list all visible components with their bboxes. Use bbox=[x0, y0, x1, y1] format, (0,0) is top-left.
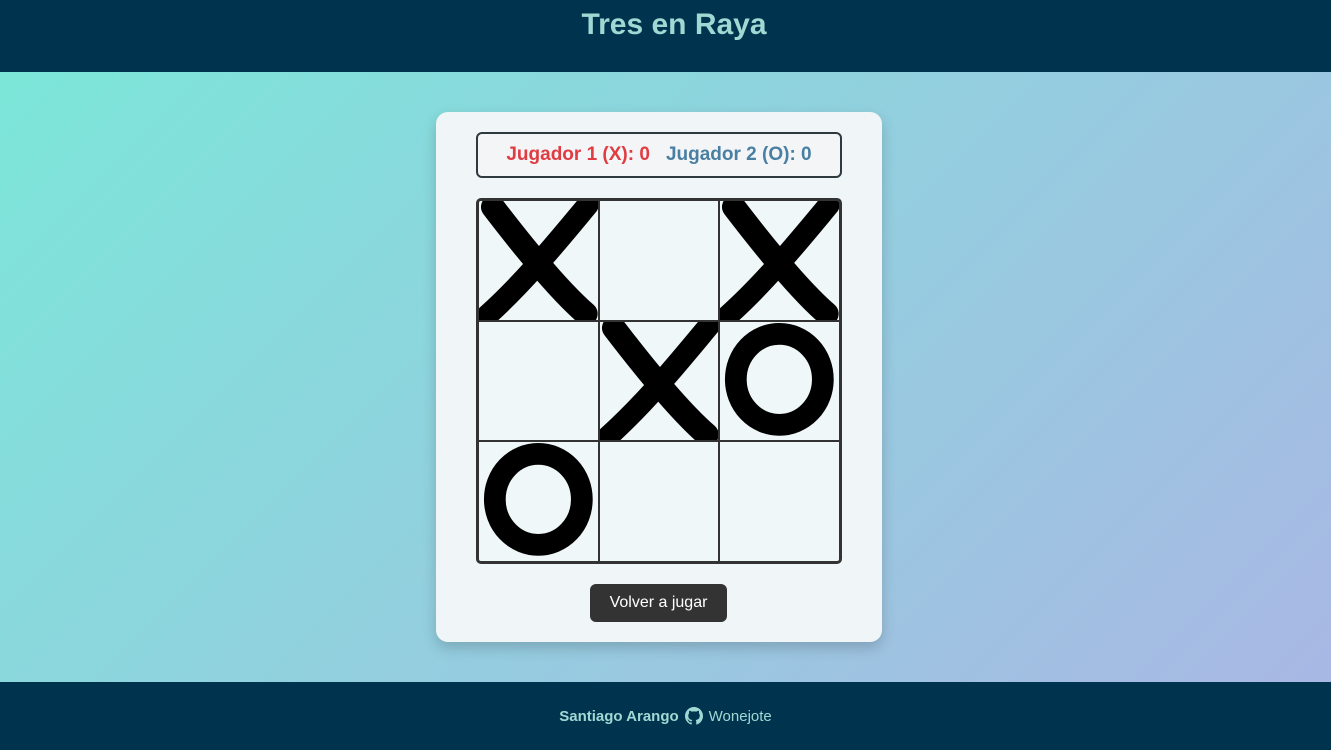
x-mark bbox=[599, 321, 719, 441]
header-bar: Tres en Raya bbox=[0, 0, 1331, 72]
board-cell-5[interactable] bbox=[599, 321, 719, 441]
player2-score: Jugador 2 (O): 0 bbox=[665, 144, 812, 165]
board-cell-8[interactable] bbox=[599, 442, 719, 561]
x-mark bbox=[479, 201, 598, 320]
author-name: Santiago Arango bbox=[559, 707, 679, 725]
player1-score: Jugador 1 (X): 0 bbox=[506, 144, 650, 165]
o-mark bbox=[725, 322, 835, 436]
replay-button[interactable]: Volver a jugar bbox=[590, 584, 727, 622]
github-icon bbox=[684, 707, 703, 725]
game-card: Jugador 1 (X): 0 Jugador 2 (O): 0 Volver… bbox=[436, 112, 882, 642]
game-board bbox=[476, 198, 842, 564]
scoreboard: Jugador 1 (X): 0 Jugador 2 (O): 0 bbox=[476, 132, 842, 178]
github-link[interactable]: Wonejote bbox=[709, 708, 772, 725]
board-cell-3[interactable] bbox=[720, 201, 839, 320]
board-cell-1[interactable] bbox=[479, 201, 598, 320]
board-cell-4[interactable] bbox=[479, 321, 598, 441]
board-cell-2[interactable] bbox=[599, 201, 719, 320]
x-mark bbox=[720, 201, 839, 320]
board-cell-7[interactable] bbox=[479, 442, 598, 561]
board-cell-6[interactable] bbox=[720, 321, 839, 441]
board-cell-9[interactable] bbox=[720, 442, 839, 561]
o-mark bbox=[483, 443, 593, 557]
footer: Santiago Arango Wonejote bbox=[0, 682, 1331, 750]
page-title: Tres en Raya bbox=[581, 8, 767, 41]
